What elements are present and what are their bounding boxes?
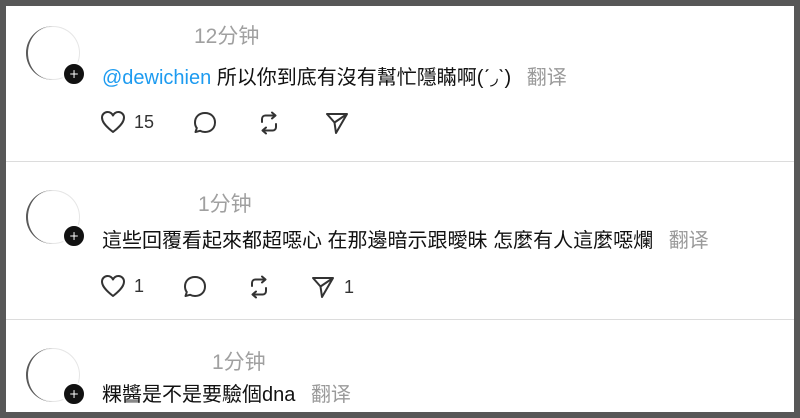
translate-link[interactable]: 翻译 [527,67,567,89]
comment-text: 粿醬是不是要驗個dna 翻译 [102,378,351,407]
timestamp: 1分钟 [212,351,266,374]
heart-icon [100,110,126,134]
send-icon [324,110,350,136]
repost-icon [256,110,282,136]
comment-item: + 1分钟 這些回覆看起來都超噁心 在那邊暗示跟曖昧 怎麼有人這麼噁爛 翻译 1 [6,162,794,320]
share-button[interactable]: 1 [310,274,354,300]
comment-item: + 12分钟 @dewichien 所以你到底有沒有幫忙隱瞞啊(ˊ◞ˋ) 翻译 … [6,6,794,162]
translate-link[interactable]: 翻译 [669,230,709,252]
repost-button[interactable] [246,274,272,300]
comment-body: 這些回覆看起來都超噁心 在那邊暗示跟曖昧 怎麼有人這麼噁爛 [102,230,654,252]
timestamp: 1分钟 [198,193,252,216]
like-button[interactable]: 15 [100,110,154,134]
follow-badge-icon[interactable]: + [62,224,86,248]
follow-badge-icon[interactable]: + [62,62,86,86]
comment-thread: + 12分钟 @dewichien 所以你到底有沒有幫忙隱瞞啊(ˊ◞ˋ) 翻译 … [6,6,794,412]
mention-link[interactable]: @dewichien [102,67,211,89]
comment-text: 這些回覆看起來都超噁心 在那邊暗示跟曖昧 怎麼有人這麼噁爛 翻译 [102,224,709,253]
comment-button[interactable] [192,110,218,136]
comment-body: 粿醬是不是要驗個dna [102,384,296,406]
repost-button[interactable] [256,110,282,136]
share-count: 1 [344,276,355,297]
timestamp: 12分钟 [194,25,260,48]
heart-icon [100,274,126,298]
share-button[interactable] [324,110,358,136]
like-count: 15 [134,111,155,132]
like-button[interactable]: 1 [100,274,144,298]
send-icon [310,274,336,300]
like-count: 1 [134,275,145,296]
follow-badge-icon[interactable]: + [62,382,86,406]
repost-icon [246,274,272,300]
translate-link[interactable]: 翻译 [311,384,351,406]
comment-icon [192,110,218,136]
comment-button[interactable] [182,274,208,300]
comment-item: + 1分钟 粿醬是不是要驗個dna 翻译 [6,320,794,412]
comment-body: 所以你到底有沒有幫忙隱瞞啊(ˊ◞ˋ) [216,67,512,89]
comment-text: @dewichien 所以你到底有沒有幫忙隱瞞啊(ˊ◞ˋ) 翻译 [102,61,567,90]
comment-icon [182,274,208,300]
